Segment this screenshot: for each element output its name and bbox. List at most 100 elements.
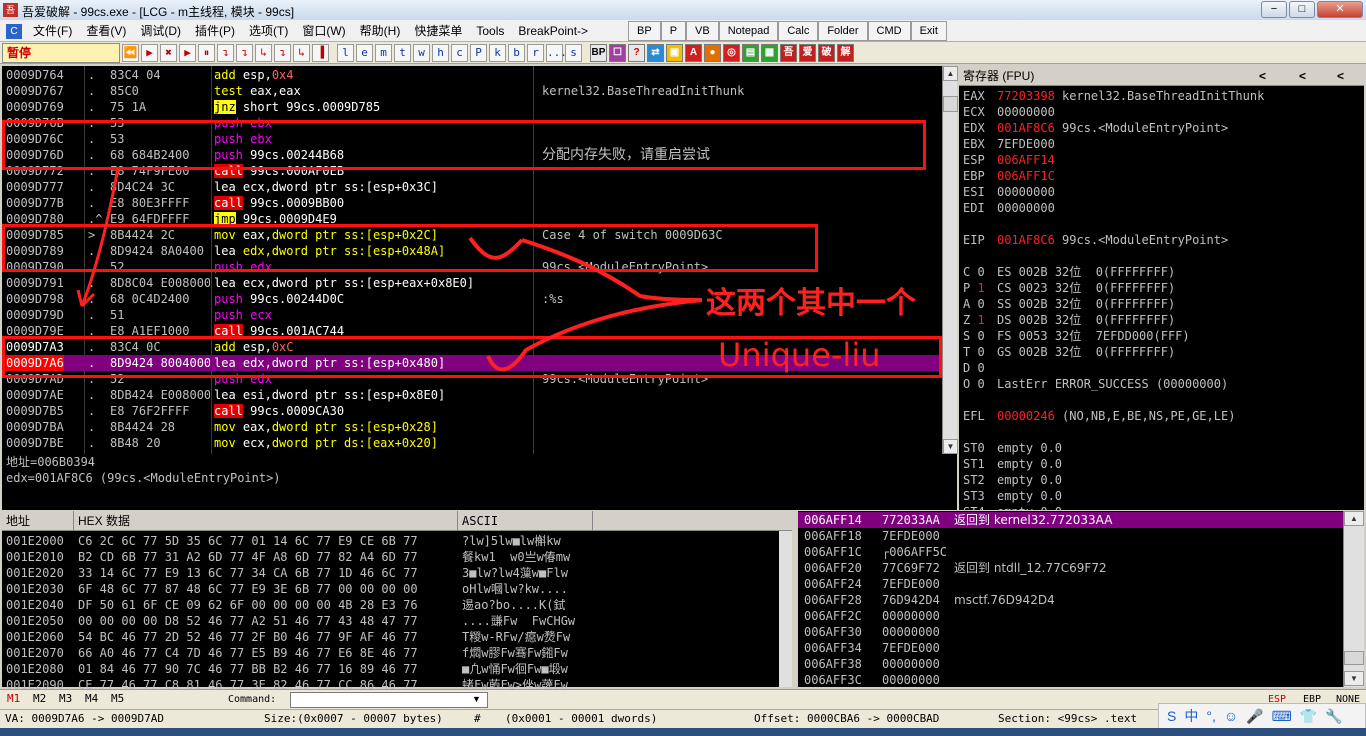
stack-scroll-down-icon[interactable]: ▼ <box>1344 671 1364 686</box>
command-dropdown-icon[interactable]: ▼ <box>472 694 481 704</box>
disasm-row[interactable]: 0009D789. 8D9424 8A0400 lea edx,dword ptr … <box>2 243 942 259</box>
disasm-row[interactable]: 0009D777. 8D4C24 3C lea ecx,dword ptr ss:[… <box>2 179 942 195</box>
ime-item-icon[interactable]: °, <box>1206 708 1216 724</box>
stack-row[interactable]: 006AFF30 00000000 <box>798 624 1343 640</box>
quick-button-folder[interactable]: Folder <box>818 21 868 41</box>
dump-row[interactable]: 001E2000 C6 2C 6C 77 5D 35 6C 77 01 14 6C… <box>2 533 777 549</box>
register-row[interactable]: ESP 006AFF14 <box>963 152 1062 168</box>
toolbar-plugin-button[interactable]: ▦ <box>761 43 778 62</box>
toolbar-button[interactable]: h <box>432 43 449 62</box>
disasm-row[interactable]: 0009D77B. E8 80E3FFFF call 99cs.0009BB00 <box>2 195 942 211</box>
disasm-row[interactable]: 0009D76C. 53 push ebx <box>2 131 942 147</box>
disasm-row[interactable]: 0009D780 .^ E9 64FDFFFF jmp 99cs.0009D4E9 <box>2 211 942 227</box>
ime-item-icon[interactable]: 🎤 <box>1246 708 1263 725</box>
register-value[interactable]: 00000246 <box>997 409 1055 423</box>
quick-button-p[interactable]: P <box>660 21 687 41</box>
scroll-up-icon[interactable]: ▲ <box>943 66 958 81</box>
dump-row[interactable]: 001E2020 33 14 6C 77 E9 13 6C 77 34 CA 6B… <box>2 565 777 581</box>
register-row[interactable]: ST3 empty 0.0 <box>963 488 1062 504</box>
menu-item[interactable]: 插件(P) <box>188 20 242 42</box>
toolbar-button[interactable]: ↴ <box>217 43 234 62</box>
disasm-row[interactable]: 0009D7BA. 8B4424 28 mov eax,dword ptr ss:[… <box>2 419 942 435</box>
toolbar-plugin-button[interactable]: ◎ <box>723 43 740 62</box>
dump-row[interactable]: 001E2070 66 A0 46 77 C4 7D 46 77 E5 B9 46… <box>2 645 777 661</box>
register-row[interactable]: ECX 00000000 <box>963 104 1062 120</box>
disassembly-scrollbar[interactable]: ▲ ▼ <box>942 66 958 454</box>
stack-pane[interactable]: ▲ ▼ 006AFF14 772033AA 返回到 kernel32.772033A… <box>798 511 1364 687</box>
dump-row[interactable]: 001E2030 6F 48 6C 77 87 48 6C 77 E9 3E 6B… <box>2 581 777 597</box>
disasm-row[interactable]: 0009D7BE. 8B48 20 mov ecx,dword ptr ds:[ea… <box>2 435 942 451</box>
regs-nav-right-icon[interactable]: < <box>1337 66 1344 86</box>
disasm-row[interactable]: 0009D76B. 53 push ebx <box>2 115 942 131</box>
toolbar-plugin-button[interactable]: 破 <box>818 43 835 62</box>
ime-item-icon[interactable]: 中 <box>1184 706 1198 726</box>
stack-scrollbar[interactable]: ▲ ▼ <box>1343 511 1364 687</box>
register-row[interactable]: EIP 001AF8C6 99cs.<ModuleEntryPoint> <box>963 232 1228 248</box>
register-row[interactable]: EFL 00000246 (NO,NB,E,BE,NS,PE,GE,LE) <box>963 408 1235 424</box>
quick-button-cmd[interactable]: CMD <box>867 21 911 41</box>
ime-item-icon[interactable]: ⌨ <box>1272 708 1292 725</box>
toolbar-plugin-button[interactable]: ▤ <box>742 43 759 62</box>
quick-button-vb[interactable]: VB <box>686 21 719 41</box>
register-value[interactable]: CS 0023 <box>997 281 1048 295</box>
dump-col-address[interactable]: 地址 <box>2 511 74 531</box>
toolbar-plugin-button[interactable]: BP <box>590 43 607 62</box>
stack-row[interactable]: 006AFF14 772033AA 返回到 kernel32.772033AA <box>798 512 1343 528</box>
register-value[interactable]: 77203398 <box>997 89 1055 103</box>
stack-row[interactable]: 006AFF20 77C69F72 返回到 ntdll_12.77C69F72 <box>798 560 1343 576</box>
toolbar-plugin-button[interactable]: ● <box>704 43 721 62</box>
mem-tab-m3[interactable]: M3 <box>59 692 72 705</box>
ime-item-icon[interactable]: S <box>1167 708 1176 724</box>
toolbar-button[interactable]: s <box>565 43 582 62</box>
toolbar-button[interactable]: ↳ <box>255 43 272 62</box>
register-value[interactable]: empty <box>997 489 1033 503</box>
stack-scroll-thumb[interactable] <box>1344 651 1364 665</box>
register-row[interactable]: C 0 ES 002B 32位 0(FFFFFFFF) <box>963 264 1175 280</box>
register-value[interactable]: empty <box>997 441 1033 455</box>
toolbar-button[interactable]: b <box>508 43 525 62</box>
register-value[interactable]: 7EFDE000 <box>997 137 1055 151</box>
register-row[interactable] <box>963 424 1004 440</box>
toolbar-plugin-button[interactable]: A <box>685 43 702 62</box>
menu-item[interactable]: 快捷菜单 <box>407 20 469 42</box>
toolbar-button[interactable]: ⏪ <box>122 43 139 62</box>
register-value[interactable]: empty <box>997 473 1033 487</box>
dump-row[interactable]: 001E2060 54 BC 46 77 2D 52 46 77 2F B0 46… <box>2 629 777 645</box>
disasm-row[interactable]: 0009D7AE. 8DB424 E0080000 lea esi,dword pt… <box>2 387 942 403</box>
register-row[interactable]: D 0 <box>963 360 1004 376</box>
toolbar-button[interactable]: k <box>489 43 506 62</box>
toolbar-button[interactable]: ⏸ <box>198 43 215 62</box>
disasm-row[interactable]: 0009D769. 75 1A jnz short 99cs.0009D785 <box>2 99 942 115</box>
register-value[interactable]: 006AFF14 <box>997 153 1055 167</box>
quick-button-bp[interactable]: BP <box>628 21 661 41</box>
register-value[interactable]: empty <box>997 457 1033 471</box>
disasm-row[interactable]: 0009D7B5. E8 76F2FFFF call 99cs.0009CA30 <box>2 403 942 419</box>
register-row[interactable]: ST0 empty 0.0 <box>963 440 1062 456</box>
maximize-button[interactable]: □ <box>1289 1 1315 18</box>
quick-button-notepad[interactable]: Notepad <box>718 21 779 41</box>
mem-tab-m4[interactable]: M4 <box>85 692 98 705</box>
toolbar-plugin-button[interactable]: ☐ <box>609 43 626 62</box>
toolbar-plugin-button[interactable]: 解 <box>837 43 854 62</box>
register-value[interactable]: DS 002B <box>997 313 1048 327</box>
toolbar-button[interactable]: ↴ <box>236 43 253 62</box>
menu-item[interactable]: 窗口(W) <box>295 20 352 42</box>
register-row[interactable]: EAX 77203398 kernel32.BaseThreadInitThunk <box>963 88 1264 104</box>
toolbar-button[interactable]: w <box>413 43 430 62</box>
register-row[interactable]: EDX 001AF8C6 99cs.<ModuleEntryPoint> <box>963 120 1228 136</box>
mem-tab-m5[interactable]: M5 <box>111 692 124 705</box>
register-value[interactable]: 00000000 <box>997 105 1055 119</box>
register-row[interactable] <box>963 216 1004 232</box>
register-row[interactable]: EBP 006AFF1C <box>963 168 1062 184</box>
toolbar-button[interactable]: P <box>470 43 487 62</box>
mem-tab-m1[interactable]: M1 <box>7 692 20 705</box>
menu-item[interactable]: 选项(T) <box>242 20 295 42</box>
register-row[interactable]: EDI 00000000 <box>963 200 1062 216</box>
stack-row[interactable]: 006AFF28 76D942D4 msctf.76D942D4 <box>798 592 1343 608</box>
toolbar-button[interactable]: m <box>375 43 392 62</box>
register-value[interactable]: FS 0053 <box>997 329 1048 343</box>
dump-row[interactable]: 001E2080 01 84 46 77 90 7C 46 77 BB B2 46… <box>2 661 777 677</box>
menu-item[interactable]: Tools <box>469 20 511 42</box>
disasm-row[interactable]: 0009D772. E8 74F9FE00 call 99cs.000AF0EB <box>2 163 942 179</box>
scroll-down-icon[interactable]: ▼ <box>943 439 958 454</box>
